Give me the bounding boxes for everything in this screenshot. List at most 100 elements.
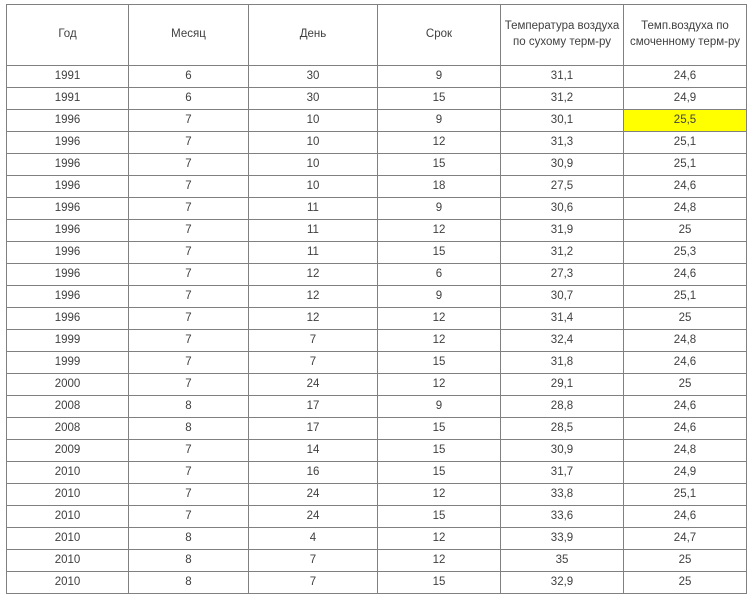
cell-month: 8	[128, 549, 249, 572]
cell-year: 2010	[6, 461, 129, 484]
cell-year: 2010	[6, 505, 129, 528]
cell-month: 7	[128, 373, 249, 396]
cell-day: 24	[248, 483, 378, 506]
cell-year: 1996	[6, 109, 129, 132]
cell-dry: 30,7	[500, 285, 624, 308]
cell-term: 12	[377, 483, 501, 506]
cell-wet: 25	[623, 571, 747, 594]
cell-dry: 31,3	[500, 131, 624, 154]
cell-month: 7	[128, 307, 249, 330]
cell-day: 10	[248, 131, 378, 154]
cell-term: 12	[377, 131, 501, 154]
cell-term: 15	[377, 571, 501, 594]
cell-wet: 24,9	[623, 87, 747, 110]
cell-wet: 24,6	[623, 417, 747, 440]
cell-month: 7	[128, 439, 249, 462]
cell-wet: 24,9	[623, 461, 747, 484]
cell-day: 11	[248, 219, 378, 242]
cell-wet: 24,6	[623, 505, 747, 528]
cell-month: 7	[128, 285, 249, 308]
cell-wet: 24,6	[623, 65, 747, 88]
table-row: 2010 8 4 12 33,9 24,7	[6, 527, 747, 550]
cell-year: 2010	[6, 527, 129, 550]
cell-dry: 33,9	[500, 527, 624, 550]
table-row: 1996 7 12 12 31,4 25	[6, 307, 747, 330]
cell-wet: 24,8	[623, 329, 747, 352]
cell-month: 7	[128, 505, 249, 528]
cell-day: 10	[248, 175, 378, 198]
cell-month: 8	[128, 417, 249, 440]
table-row: 1996 7 10 12 31,3 25,1	[6, 131, 747, 154]
table-row: 1996 7 12 6 27,3 24,6	[6, 263, 747, 286]
cell-term: 6	[377, 263, 501, 286]
cell-month: 7	[128, 197, 249, 220]
cell-day: 10	[248, 153, 378, 176]
column-header-dry-bulb-temperature: Температура воздуха по сухому терм-ру	[500, 4, 624, 66]
cell-month: 7	[128, 131, 249, 154]
cell-dry: 28,8	[500, 395, 624, 418]
cell-term: 15	[377, 461, 501, 484]
cell-dry: 28,5	[500, 417, 624, 440]
cell-dry: 30,1	[500, 109, 624, 132]
cell-month: 8	[128, 395, 249, 418]
column-header-month: Месяц	[128, 4, 249, 66]
cell-dry: 31,2	[500, 241, 624, 264]
cell-day: 7	[248, 351, 378, 374]
cell-day: 12	[248, 307, 378, 330]
cell-day: 30	[248, 87, 378, 110]
cell-term: 12	[377, 307, 501, 330]
cell-wet: 25,1	[623, 131, 747, 154]
cell-year: 2010	[6, 571, 129, 594]
cell-term: 15	[377, 505, 501, 528]
cell-dry: 31,7	[500, 461, 624, 484]
cell-wet: 24,6	[623, 351, 747, 374]
cell-term: 18	[377, 175, 501, 198]
cell-day: 7	[248, 549, 378, 572]
table-row: 1999 7 7 15 31,8 24,6	[6, 351, 747, 374]
cell-dry: 27,5	[500, 175, 624, 198]
column-header-term: Срок	[377, 4, 501, 66]
table-row: 1991 6 30 15 31,2 24,9	[6, 87, 747, 110]
cell-day: 30	[248, 65, 378, 88]
cell-dry: 31,2	[500, 87, 624, 110]
cell-day: 24	[248, 505, 378, 528]
cell-wet: 25,3	[623, 241, 747, 264]
cell-wet: 25,1	[623, 153, 747, 176]
cell-wet: 24,6	[623, 395, 747, 418]
cell-term: 12	[377, 219, 501, 242]
cell-term: 9	[377, 109, 501, 132]
cell-day: 16	[248, 461, 378, 484]
cell-month: 7	[128, 483, 249, 506]
cell-month: 7	[128, 263, 249, 286]
cell-dry: 35	[500, 549, 624, 572]
cell-dry: 33,6	[500, 505, 624, 528]
cell-month: 7	[128, 153, 249, 176]
cell-term: 15	[377, 87, 501, 110]
cell-year: 2008	[6, 395, 129, 418]
cell-year: 2008	[6, 417, 129, 440]
cell-term: 15	[377, 351, 501, 374]
cell-term: 15	[377, 241, 501, 264]
cell-term: 9	[377, 285, 501, 308]
cell-term: 12	[377, 373, 501, 396]
cell-year: 1996	[6, 197, 129, 220]
cell-year: 1991	[6, 87, 129, 110]
table-row: 1996 7 12 9 30,7 25,1	[6, 285, 747, 308]
table-body: 1991 6 30 9 31,1 24,6 1991 6 30 15 31,2 24,9 1996 7 10…	[6, 65, 747, 594]
cell-term: 9	[377, 395, 501, 418]
cell-year: 2010	[6, 483, 129, 506]
cell-day: 11	[248, 197, 378, 220]
cell-year: 1996	[6, 175, 129, 198]
cell-month: 7	[128, 241, 249, 264]
cell-month: 8	[128, 571, 249, 594]
table-container: Год Месяц День Срок Температура воздуха …	[6, 4, 747, 594]
cell-day: 17	[248, 395, 378, 418]
cell-day: 4	[248, 527, 378, 550]
cell-wet: 25,1	[623, 285, 747, 308]
cell-dry: 30,9	[500, 153, 624, 176]
cell-term: 12	[377, 549, 501, 572]
cell-year: 1999	[6, 351, 129, 374]
cell-month: 7	[128, 175, 249, 198]
column-header-wet-bulb-temperature: Темп.воздуха по смоченному терм-ру	[623, 4, 747, 66]
cell-wet: 25	[623, 219, 747, 242]
